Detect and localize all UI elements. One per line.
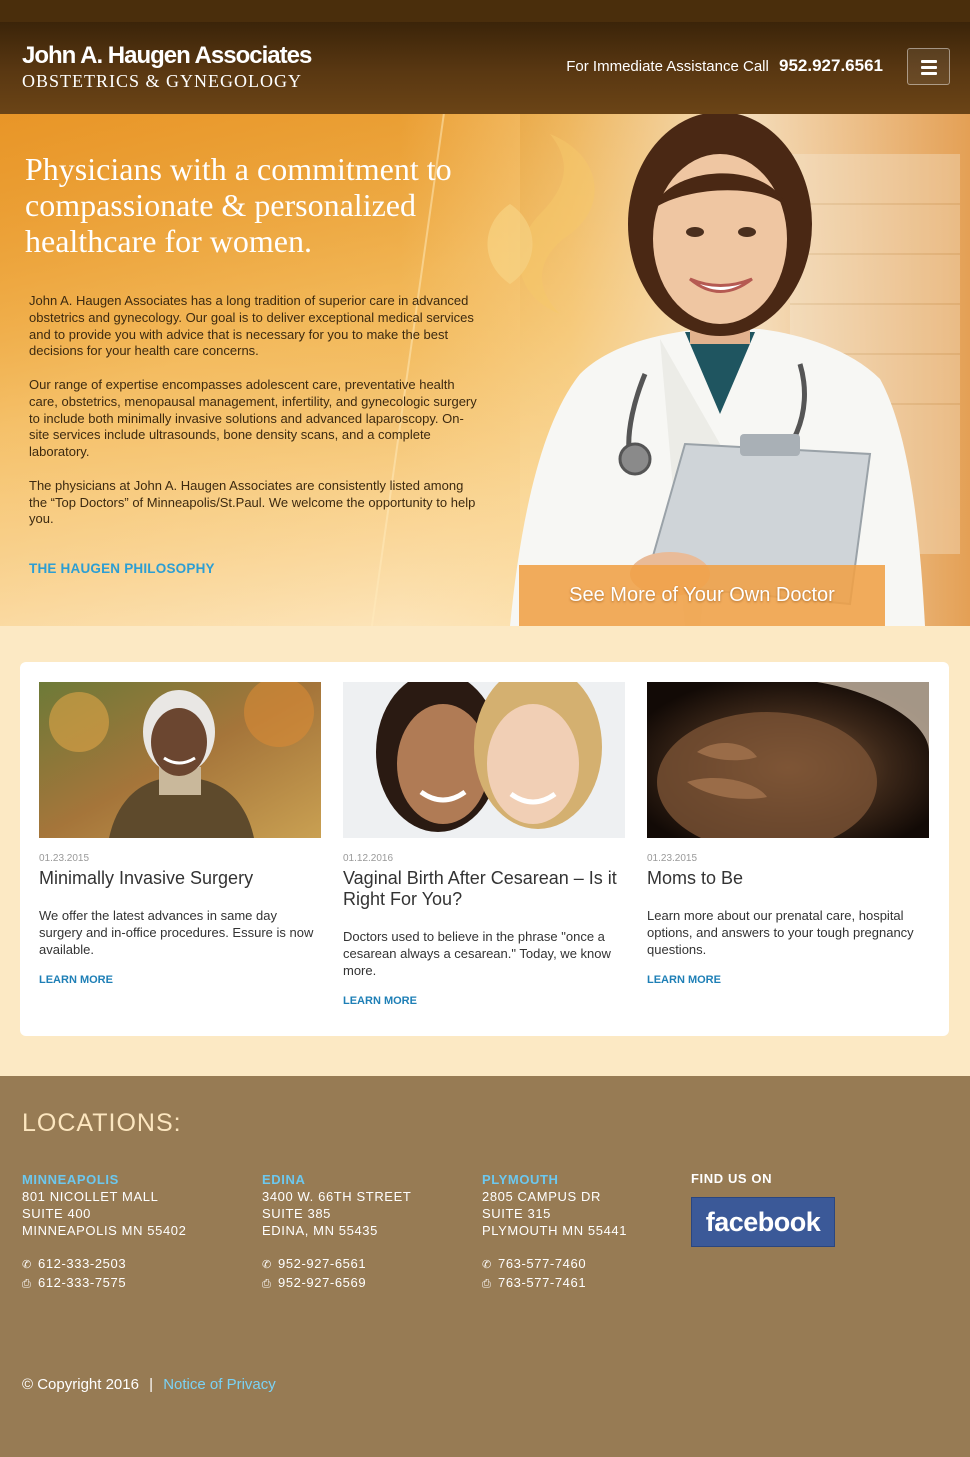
address-line: SUITE 385 bbox=[262, 1206, 331, 1221]
address-line: 2805 CAMPUS DR bbox=[482, 1189, 601, 1204]
hero-paragraph: John A. Haugen Associates has a long tra… bbox=[29, 293, 474, 359]
hero-paragraph: Our range of expertise encompasses adole… bbox=[29, 376, 477, 460]
phone-number: 952-927-6561 bbox=[278, 1256, 367, 1271]
doctor-photo bbox=[487, 114, 960, 626]
card-description: Doctors used to believe in the phrase "o… bbox=[343, 929, 611, 978]
location-edina: EDINA 3400 W. 66TH STREET SUITE 385 EDIN… bbox=[262, 1171, 411, 1293]
location-minneapolis: MINNEAPOLIS 801 NICOLLET MALL SUITE 400 … bbox=[22, 1171, 186, 1293]
address-line: EDINA, MN 55435 bbox=[262, 1223, 378, 1238]
site-footer: LOCATIONS: MINNEAPOLIS 801 NICOLLET MALL… bbox=[0, 1076, 970, 1457]
hero-paragraph: The physicians at John A. Haugen Associa… bbox=[29, 477, 476, 527]
assist-label: For Immediate Assistance Call bbox=[566, 58, 769, 75]
address-line: SUITE 400 bbox=[22, 1206, 91, 1221]
location-plymouth: PLYMOUTH 2805 CAMPUS DR SUITE 315 PLYMOU… bbox=[482, 1171, 627, 1293]
assistance-call: For Immediate Assistance Call 952.927.65… bbox=[566, 56, 883, 76]
address-line: 3400 W. 66TH STREET bbox=[262, 1189, 412, 1204]
phone-row[interactable]: ✆ 952-927-6561 bbox=[262, 1255, 411, 1274]
card-minimally-invasive-surgery: 01.23.2015 Minimally Invasive Surgery We… bbox=[39, 682, 321, 986]
card-date: 01.23.2015 bbox=[647, 853, 698, 864]
phone-number: 763-577-7460 bbox=[498, 1256, 587, 1271]
phone-icon: ✆ bbox=[262, 1259, 272, 1271]
see-more-doctor-button[interactable]: See More of Your Own Doctor bbox=[519, 565, 885, 626]
site-header: John A. Haugen Associates OBSTETRICS & G… bbox=[0, 22, 970, 114]
senior-woman-photo[interactable] bbox=[39, 682, 321, 838]
hero-body: John A. Haugen Associates has a long tra… bbox=[29, 293, 481, 545]
address-line: 801 NICOLLET MALL bbox=[22, 1189, 159, 1204]
fax-number: 612-333-7575 bbox=[38, 1275, 127, 1290]
privacy-link[interactable]: Notice of Privacy bbox=[163, 1376, 276, 1393]
menu-button[interactable] bbox=[907, 48, 950, 85]
learn-more-link[interactable]: LEARN MORE bbox=[647, 974, 929, 986]
location-name[interactable]: EDINA bbox=[262, 1171, 411, 1188]
address-line: SUITE 315 bbox=[482, 1206, 551, 1221]
card-date: 01.23.2015 bbox=[39, 853, 90, 864]
locations-title: LOCATIONS: bbox=[22, 1109, 182, 1137]
fax-icon: ⎙ bbox=[482, 1278, 492, 1290]
copyright-line: © Copyright 2016 | Notice of Privacy bbox=[22, 1376, 276, 1393]
fax-row: ⎙ 952-927-6569 bbox=[262, 1274, 411, 1293]
philosophy-link[interactable]: THE HAUGEN PHILOSOPHY bbox=[29, 561, 215, 576]
phone-row[interactable]: ✆ 612-333-2503 bbox=[22, 1255, 186, 1274]
card-description: We offer the latest advances in same day… bbox=[39, 908, 314, 957]
two-women-photo[interactable] bbox=[343, 682, 625, 838]
card-title[interactable]: Vaginal Birth After Cesarean – Is it Rig… bbox=[343, 868, 625, 910]
phone-icon: ✆ bbox=[22, 1259, 32, 1271]
learn-more-link[interactable]: LEARN MORE bbox=[343, 995, 625, 1007]
card-description: Learn more about our prenatal care, hosp… bbox=[647, 908, 914, 957]
card-title[interactable]: Moms to Be bbox=[647, 868, 929, 889]
phone-number: 612-333-2503 bbox=[38, 1256, 127, 1271]
fax-number: 763-577-7461 bbox=[498, 1275, 587, 1290]
top-bar bbox=[0, 0, 970, 22]
address-line: PLYMOUTH MN 55441 bbox=[482, 1223, 628, 1238]
fax-icon: ⎙ bbox=[262, 1278, 272, 1290]
learn-more-link[interactable]: LEARN MORE bbox=[39, 974, 321, 986]
location-name[interactable]: PLYMOUTH bbox=[482, 1171, 627, 1188]
address-line: MINNEAPOLIS MN 55402 bbox=[22, 1223, 187, 1238]
separator: | bbox=[149, 1376, 154, 1393]
card-date: 01.12.2016 bbox=[343, 853, 394, 864]
copyright-text: © Copyright 2016 bbox=[22, 1376, 139, 1393]
facebook-button[interactable]: facebook bbox=[691, 1197, 835, 1247]
fax-icon: ⎙ bbox=[22, 1278, 32, 1290]
phone-row[interactable]: ✆ 763-577-7460 bbox=[482, 1255, 627, 1274]
hamburger-icon bbox=[921, 66, 937, 69]
logo-name[interactable]: John A. Haugen Associates bbox=[22, 42, 312, 70]
card-moms-to-be: 01.23.2015 Moms to Be Learn more about o… bbox=[647, 682, 929, 986]
card-title[interactable]: Minimally Invasive Surgery bbox=[39, 868, 321, 889]
location-name[interactable]: MINNEAPOLIS bbox=[22, 1171, 186, 1188]
assist-phone[interactable]: 952.927.6561 bbox=[779, 56, 883, 75]
pregnant-belly-photo[interactable] bbox=[647, 682, 929, 838]
fax-number: 952-927-6569 bbox=[278, 1275, 367, 1290]
feature-cards: 01.23.2015 Minimally Invasive Surgery We… bbox=[20, 662, 949, 1036]
flame-logo bbox=[487, 134, 595, 314]
fax-row: ⎙ 612-333-7575 bbox=[22, 1274, 186, 1293]
logo-subtitle[interactable]: OBSTETRICS & GYNEGOLOGY bbox=[22, 71, 302, 92]
hamburger-icon bbox=[921, 72, 937, 75]
hero-title: Physicians with a commitment to compassi… bbox=[25, 151, 452, 259]
fax-row: ⎙ 763-577-7461 bbox=[482, 1274, 627, 1293]
phone-icon: ✆ bbox=[482, 1259, 492, 1271]
hamburger-icon bbox=[921, 60, 937, 63]
hero-section: Physicians with a commitment to compassi… bbox=[0, 114, 970, 626]
find-us-label: FIND US ON bbox=[691, 1171, 773, 1186]
card-vaginal-birth: 01.12.2016 Vaginal Birth After Cesarean … bbox=[343, 682, 625, 1007]
